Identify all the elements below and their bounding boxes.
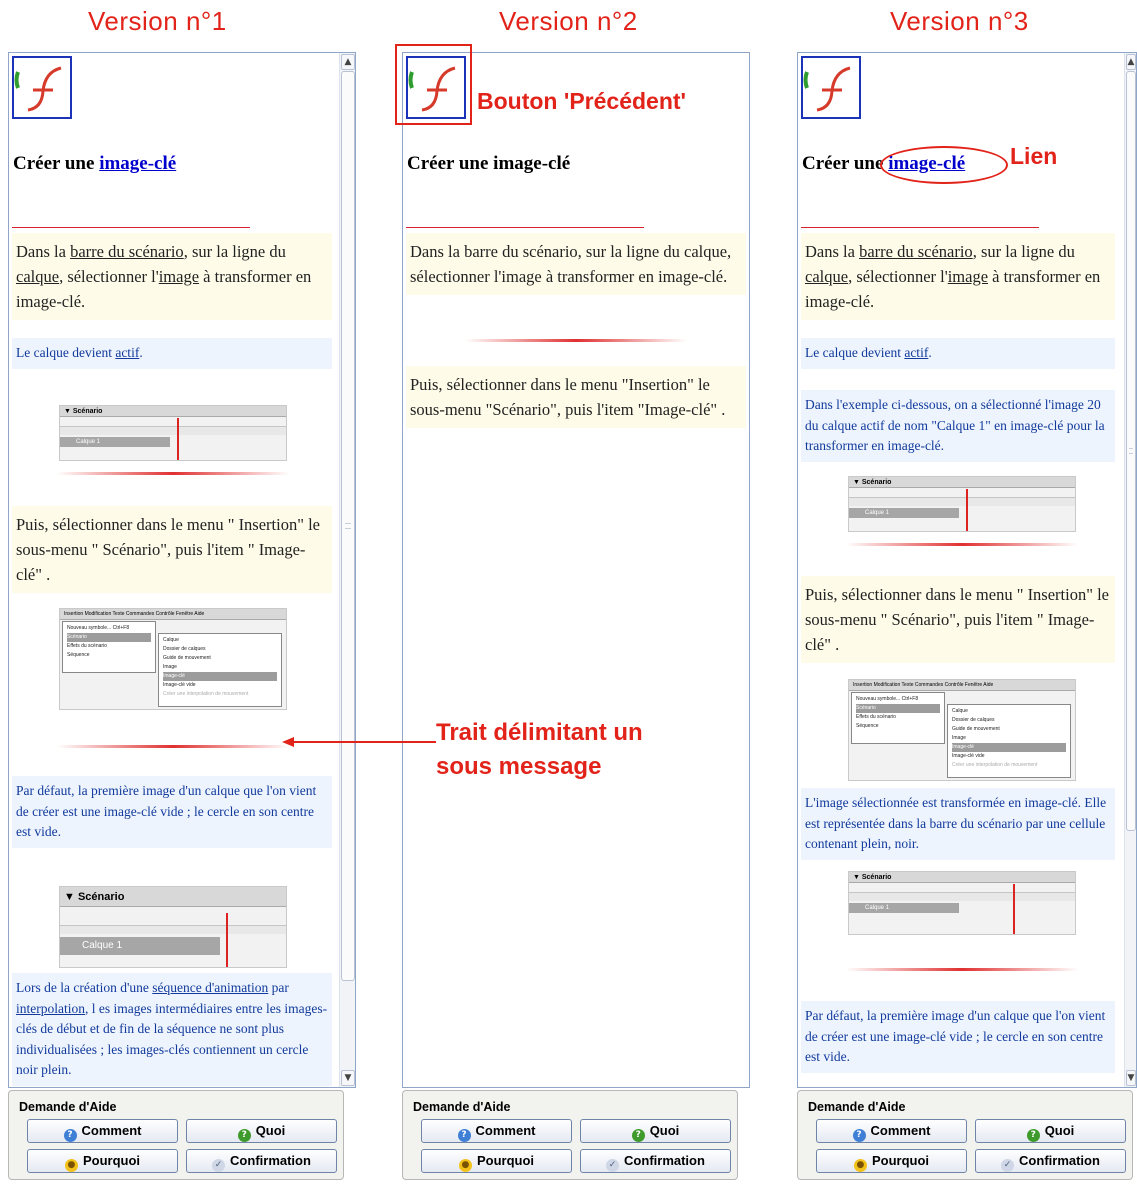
message-puis: Puis, sélectionner dans le menu " Insert… xyxy=(12,506,332,593)
menubar-label: Insertion Modification Texte Commandes C… xyxy=(60,609,286,620)
help-request-group-3: Demande d'Aide ? Comment ? Quoi ● Pourquoi … xyxy=(797,1090,1133,1180)
confirmation-button[interactable]: ✓ Confirmation xyxy=(975,1149,1126,1173)
arrow-icon xyxy=(282,737,436,747)
comment-button[interactable]: ? Comment xyxy=(27,1119,178,1143)
message-exemple: Dans l'exemple ci-dessous, on a sélectio… xyxy=(801,390,1115,462)
menu-screenshot: Insertion Modification Texte Commandes C… xyxy=(848,679,1076,781)
image-link[interactable]: image xyxy=(948,267,988,286)
scenario-screenshot-large: ▼ Scénario Calque 1 xyxy=(59,886,287,968)
sub-message-divider xyxy=(57,745,289,748)
vertical-scrollbar[interactable]: ▲ ▼ xyxy=(339,53,355,1087)
scroll-thumb[interactable] xyxy=(1126,71,1136,831)
precedent-annotation: Bouton 'Précédent' xyxy=(477,88,687,114)
bulb-icon: ● xyxy=(853,1159,867,1172)
comment-button[interactable]: ? Comment xyxy=(816,1119,967,1143)
interpolation-link[interactable]: interpolation xyxy=(16,1001,85,1016)
calque-label: Calque 1 xyxy=(60,437,170,447)
help-group-label: Demande d'Aide xyxy=(808,1100,906,1114)
bulb-icon: ● xyxy=(64,1159,78,1172)
question-icon: ? xyxy=(852,1129,866,1142)
sub-message-divider xyxy=(846,543,1078,546)
sub-message-divider xyxy=(57,472,289,475)
lien-annotation: Lien xyxy=(1010,143,1058,169)
comment-button[interactable]: ? Comment xyxy=(421,1119,572,1143)
title-underline xyxy=(406,227,644,228)
confirmation-button[interactable]: ✓ Confirmation xyxy=(580,1149,731,1173)
image-link[interactable]: image xyxy=(159,267,199,286)
title-underline xyxy=(12,227,250,228)
sub-message-divider xyxy=(465,339,687,342)
message-actif: Le calque devient actif. xyxy=(801,338,1115,369)
vertical-scrollbar[interactable]: ▲ ▼ xyxy=(1124,53,1136,1087)
insertion-menu: Nouveau symbole... Ctrl+F8 Scénario Effets… xyxy=(62,621,156,673)
image-cle-link[interactable]: image-clé xyxy=(99,153,176,174)
scenario-screenshot: ▼ Scénario Calque 1 xyxy=(59,405,287,461)
help-group-label: Demande d'Aide xyxy=(413,1100,511,1114)
question-icon: ? xyxy=(457,1129,471,1142)
message-defaut: Par défaut, la première image d'un calqu… xyxy=(12,776,332,848)
quoi-button[interactable]: ? Quoi xyxy=(975,1119,1126,1143)
actif-link[interactable]: actif xyxy=(904,345,928,360)
quoi-button[interactable]: ? Quoi xyxy=(580,1119,731,1143)
link-highlight xyxy=(880,146,1008,184)
version-3-title: Version n°3 xyxy=(890,6,1029,36)
bulb-icon: ● xyxy=(458,1159,472,1172)
calque-link[interactable]: calque xyxy=(16,267,59,286)
menu-screenshot: Insertion Modification Texte Commandes C… xyxy=(59,608,287,710)
previous-button-highlight xyxy=(395,44,472,125)
scenario-screenshot: ▼ Scénario Calque 1 xyxy=(848,476,1076,532)
message-puis: Puis, sélectionner dans le menu " Insert… xyxy=(801,576,1115,663)
message-intro: Dans la barre du scénario, sur la ligne … xyxy=(801,233,1115,320)
message-intro: Dans la barre du scénario, sur la ligne … xyxy=(12,233,332,320)
message-intro: Dans la barre du scénario, sur la ligne … xyxy=(406,233,746,295)
message-defaut: Par défaut, la première image d'un calqu… xyxy=(801,1001,1115,1073)
actif-link[interactable]: actif xyxy=(115,345,139,360)
pourquoi-button[interactable]: ● Pourquoi xyxy=(27,1149,178,1173)
quoi-button[interactable]: ? Quoi xyxy=(186,1119,337,1143)
page-title: Créer une image-clé xyxy=(407,153,571,174)
title-underline xyxy=(801,227,1039,228)
question-icon: ? xyxy=(237,1129,251,1142)
pourquoi-button[interactable]: ● Pourquoi xyxy=(421,1149,572,1173)
question-icon: ? xyxy=(631,1129,645,1142)
help-request-group-2: Demande d'Aide ? Comment ? Quoi ● Pourquoi … xyxy=(402,1090,738,1180)
pourquoi-button[interactable]: ● Pourquoi xyxy=(816,1149,967,1173)
help-panel-version-1[interactable]: Créer une image-clé Dans la barre du scé… xyxy=(8,52,356,1088)
question-icon: ? xyxy=(1026,1129,1040,1142)
trait-annotation-line1: Trait délimitant un xyxy=(436,719,643,746)
message-actif: Le calque devient actif. xyxy=(12,338,332,369)
calque-link[interactable]: calque xyxy=(805,267,848,286)
confirm-icon: ✓ xyxy=(1001,1159,1015,1172)
help-panel-version-2[interactable]: Créer une image-clé Dans la barre du scé… xyxy=(402,52,750,1088)
scenario-submenu: Calque Dossier de calques Guide de mouveme… xyxy=(158,633,282,707)
help-request-group-1: Demande d'Aide ? Comment ? Quoi ● Pourquoi … xyxy=(8,1090,344,1180)
scroll-down-icon[interactable]: ▼ xyxy=(1126,1070,1136,1086)
version-2-title: Version n°2 xyxy=(499,6,638,36)
scenario-label: ▼ Scénario xyxy=(60,406,286,417)
confirm-icon: ✓ xyxy=(212,1159,226,1172)
page-title: Créer une image-clé xyxy=(13,153,177,174)
scroll-thumb[interactable] xyxy=(341,71,355,981)
message-interpolation: Lors de la création d'une séquence d'ani… xyxy=(12,973,332,1086)
scroll-down-icon[interactable]: ▼ xyxy=(341,1070,355,1086)
version-1-title: Version n°1 xyxy=(88,6,227,36)
confirmation-button[interactable]: ✓ Confirmation xyxy=(186,1149,337,1173)
flash-logo-icon[interactable] xyxy=(12,56,72,119)
scroll-up-icon[interactable]: ▲ xyxy=(1126,54,1136,70)
sequence-animation-link[interactable]: séquence d'animation xyxy=(152,980,268,995)
message-transformee: L'image sélectionnée est transformée en … xyxy=(801,788,1115,860)
barre-scenario-link[interactable]: barre du scénario xyxy=(70,242,184,261)
help-group-label: Demande d'Aide xyxy=(19,1100,117,1114)
scenario-screenshot-keyframe: ▼ Scénario Calque 1 xyxy=(848,871,1076,935)
question-icon: ? xyxy=(63,1129,77,1142)
confirm-icon: ✓ xyxy=(606,1159,620,1172)
flash-logo-icon[interactable] xyxy=(801,56,861,119)
message-puis: Puis, sélectionner dans le menu "Inserti… xyxy=(406,366,746,428)
barre-scenario-link[interactable]: barre du scénario xyxy=(859,242,973,261)
sub-message-divider xyxy=(846,968,1078,971)
scroll-up-icon[interactable]: ▲ xyxy=(341,54,355,70)
help-panel-version-3[interactable]: Créer une image-clé Dans la barre du scé… xyxy=(797,52,1137,1088)
trait-annotation-line2: sous message xyxy=(436,753,602,780)
